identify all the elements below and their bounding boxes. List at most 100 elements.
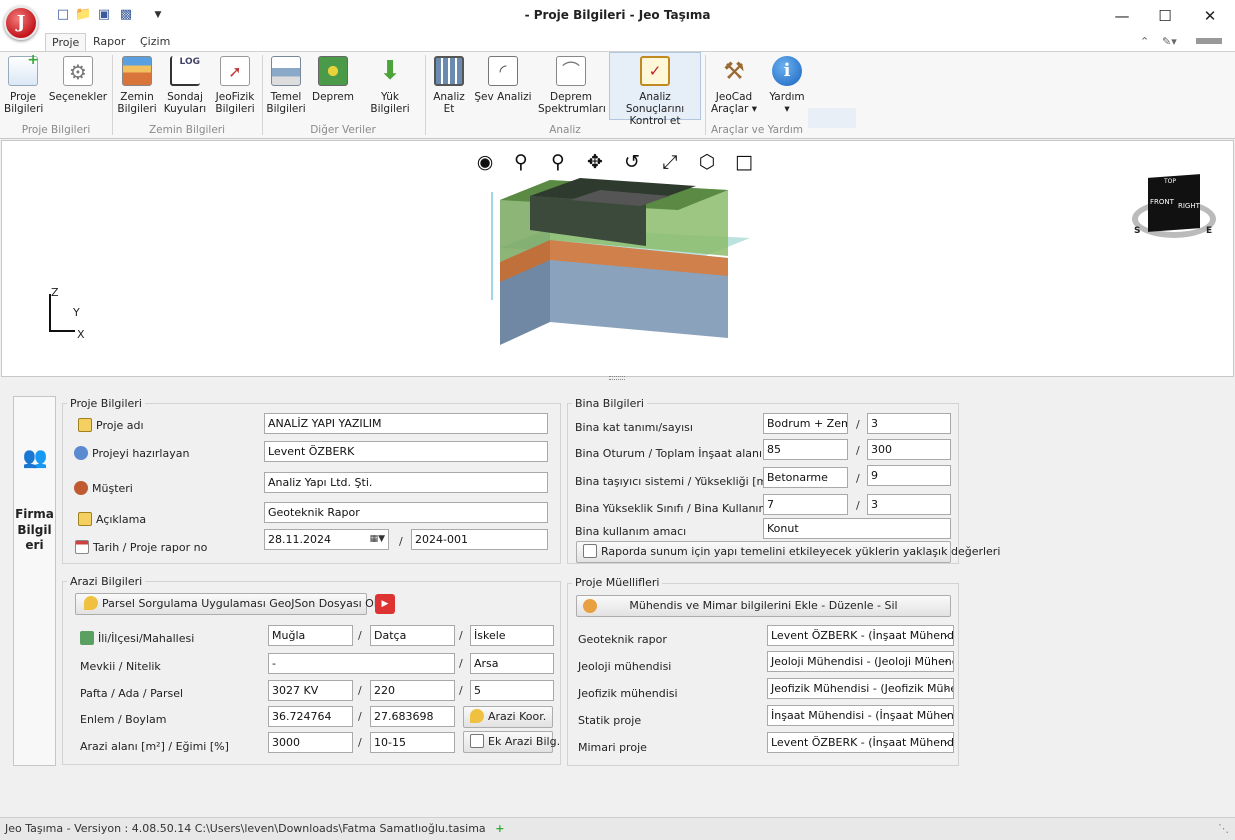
chevron-down-icon[interactable]: ⌄	[942, 652, 950, 671]
rapor-no-input[interactable]: 2024-001	[411, 529, 548, 550]
hazirlayan-input[interactable]: Levent ÖZBERK	[264, 441, 548, 462]
enlem-input[interactable]: 36.724764	[268, 706, 353, 727]
amac-label: Bina kullanım amacı	[575, 525, 687, 538]
axis-triad: Z Y X	[43, 286, 85, 342]
tab-rapor[interactable]: Rapor	[87, 33, 131, 52]
amac-input[interactable]: Konut	[763, 518, 951, 539]
deprem-spektrumlari-button[interactable]: ⌒ Deprem Spektrumları	[538, 53, 606, 123]
parsel-sorgulama-button[interactable]: Parsel Sorgulama Uygulaması GeoJSon Dosy…	[75, 593, 387, 615]
chevron-down-icon[interactable]: ⌄	[942, 706, 950, 725]
tab-cizim[interactable]: Çizim	[134, 33, 176, 52]
style-menu-icon[interactable]: ✎▾	[1162, 35, 1177, 48]
button-label: Spektrumları	[538, 103, 606, 115]
ek-arazi-bilgileri-button[interactable]: Ek Arazi Bilg.	[463, 731, 560, 753]
separator-slash: /	[856, 472, 860, 485]
group-label-araclar-ve-yardim: Araçlar ve Yardım	[710, 124, 804, 136]
aciklama-input[interactable]: Geoteknik Rapor	[264, 502, 548, 523]
proje-bilgileri-button[interactable]: + Proje Bilgileri	[4, 53, 43, 123]
theme-swatch-icon[interactable]	[1196, 38, 1222, 44]
deprem-button[interactable]: Deprem	[311, 53, 355, 123]
oturum-input[interactable]: 85	[763, 439, 848, 460]
button-label: Yardım	[769, 91, 805, 103]
il-input[interactable]: Muğla	[268, 625, 353, 646]
button-label: Şev Analizi	[474, 91, 532, 103]
button-label: Deprem	[312, 91, 354, 103]
tools-icon: ⚒	[723, 57, 745, 85]
hazirlayan-label: Projeyi hazırlayan	[74, 446, 189, 460]
separator-slash: /	[358, 736, 362, 749]
analiz-sonuclarini-kontrol-button[interactable]: ✓ Analiz Sonuçlarını Kontrol et	[609, 52, 701, 127]
ada-input[interactable]: 220	[370, 680, 455, 701]
resize-grip-icon[interactable]: ⋱	[1218, 822, 1229, 835]
group-label-analiz: Analiz	[549, 124, 581, 136]
temel-bilgileri-button[interactable]: Temel Bilgileri	[266, 53, 306, 123]
yuk-bilgileri-button[interactable]: ⬇ Yük Bilgileri	[362, 53, 418, 123]
jeofizik-muhendisi-select[interactable]: Jeofizik Mühendisi - (Jeofizik Mühe ⌄	[767, 678, 954, 699]
collapse-ribbon-icon[interactable]: ⌃	[1140, 35, 1149, 48]
app-logo[interactable]: J	[4, 6, 38, 40]
toplam-alan-input[interactable]: 300	[867, 439, 951, 460]
separator-slash: /	[459, 657, 463, 670]
splitter-grip[interactable]	[609, 376, 625, 380]
muellif-label: Jeoloji mühendisi	[578, 660, 672, 673]
statik-proje-select[interactable]: İnşaat Mühendisi - (İnşaat Mühenc ⌄	[767, 705, 954, 726]
close-icon[interactable]: ✕	[1200, 6, 1220, 26]
yukseklik-input[interactable]: 9	[867, 465, 951, 486]
view-cube-front[interactable]: FRONT	[1150, 198, 1174, 206]
alan-input[interactable]: 3000	[268, 732, 353, 753]
chevron-down-icon[interactable]: ⌄	[942, 733, 950, 752]
egim-input[interactable]: 10-15	[370, 732, 455, 753]
arazi-koor-button[interactable]: Arazi Koor.	[463, 706, 553, 728]
soil-layers-icon	[122, 56, 152, 86]
chevron-down-icon[interactable]: ⌄	[942, 679, 950, 698]
video-play-icon[interactable]: ▶	[375, 594, 395, 614]
sev-analizi-button[interactable]: ◜ Şev Analizi	[474, 53, 532, 123]
minimize-icon[interactable]: —	[1112, 6, 1132, 26]
sondaj-kuyulari-button[interactable]: LOG Sondaj Kuyuları	[163, 53, 207, 123]
calendar-dropdown-icon[interactable]: ▦▼	[370, 530, 385, 549]
ilce-input[interactable]: Datça	[370, 625, 455, 646]
jeofizik-bilgileri-button[interactable]: ➚ JeoFizik Bilgileri	[213, 53, 257, 123]
proje-adi-input[interactable]: ANALİZ YAPI YAZILIM	[264, 413, 548, 434]
maximize-icon[interactable]: ☐	[1155, 6, 1175, 26]
button-label: Bilgileri	[266, 103, 306, 115]
view-cube-right[interactable]: RIGHT	[1178, 202, 1200, 210]
zemin-bilgileri-button[interactable]: Zemin Bilgileri	[116, 53, 158, 123]
chevron-down-icon[interactable]: ⌄	[942, 626, 950, 645]
kat-sayi-input[interactable]: 3	[867, 413, 951, 434]
yukseklik-sinifi-input[interactable]: 7	[763, 494, 848, 515]
tarih-date-picker[interactable]: 28.11.2024 ▦▼	[264, 529, 389, 550]
view-cube-top[interactable]: TOP	[1164, 178, 1176, 185]
pafta-input[interactable]: 3027 KV	[268, 680, 353, 701]
nitelik-input[interactable]: Arsa	[470, 653, 554, 674]
window-title: - Proje Bilgileri - Jeo Taşıma	[524, 8, 711, 22]
view-cube[interactable]: FRONT RIGHT TOP S E	[1130, 168, 1220, 244]
3d-model-render[interactable]	[470, 170, 770, 370]
separator-slash: /	[856, 444, 860, 457]
firma-bilgileri-side-tab[interactable]: 👥 Firma Bilgileri	[13, 396, 56, 766]
kullanim-sinifi-input[interactable]: 3	[867, 494, 951, 515]
notepad-icon	[78, 418, 92, 432]
secenekler-button[interactable]: ⚙ Seçenekler	[48, 53, 108, 123]
calculator-icon	[434, 56, 464, 86]
geoteknik-rapor-select[interactable]: Levent ÖZBERK - (İnşaat Mühendi ⌄	[767, 625, 954, 646]
jeocad-araclar-button[interactable]: ⚒ JeoCad Araçlar ▾	[709, 53, 759, 123]
jeoloji-muhendisi-select[interactable]: Jeoloji Mühendisi - (Jeoloji Mühenc ⌄	[767, 651, 954, 672]
yardim-button[interactable]: i Yardım ▾	[765, 53, 809, 123]
status-plus-icon[interactable]: +	[495, 822, 504, 835]
mahalle-input[interactable]: İskele	[470, 625, 554, 646]
tab-proje[interactable]: Proje	[45, 33, 87, 52]
tasiyici-input[interactable]: Betonarme	[763, 467, 848, 488]
mimari-proje-select[interactable]: Levent ÖZBERK - (İnşaat Mühendi ⌄	[767, 732, 954, 753]
analiz-et-button[interactable]: Analiz Et	[430, 53, 468, 123]
group-separator	[112, 55, 113, 135]
group-label-diger-veriler: Diğer Veriler	[310, 124, 376, 136]
kat-tanim-input[interactable]: Bodrum + Zemin	[763, 413, 848, 434]
musteri-input[interactable]: Analiz Yapı Ltd. Şti.	[264, 472, 548, 493]
yuk-degerleri-button[interactable]: Raporda sunum için yapı temelini etkiley…	[576, 541, 1000, 563]
boylam-input[interactable]: 27.683698	[370, 706, 455, 727]
parsel-input[interactable]: 5	[470, 680, 554, 701]
button-label: Analiz	[433, 91, 465, 103]
mevki-input[interactable]: -	[268, 653, 455, 674]
muhendis-ekle-button[interactable]: Mühendis ve Mimar bilgilerini Ekle - Düz…	[576, 595, 951, 617]
